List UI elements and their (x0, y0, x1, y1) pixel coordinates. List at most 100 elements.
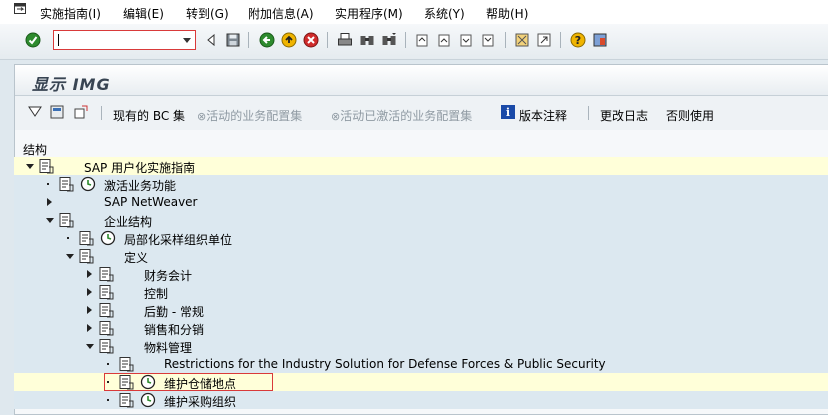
new-session-icon[interactable] (514, 32, 530, 48)
previous-page-icon[interactable] (436, 32, 452, 48)
document-icon[interactable] (58, 176, 74, 192)
position-icon[interactable] (73, 104, 89, 120)
tree-node-label: SAP NetWeaver (104, 195, 198, 209)
enter-icon[interactable] (25, 32, 41, 48)
document-icon (99, 339, 114, 354)
document-icon (79, 249, 94, 264)
execute-clock-icon[interactable] (140, 392, 156, 408)
menu-system[interactable]: 系统(Y) (424, 5, 465, 22)
tree-node[interactable]: 激活业务功能 (14, 175, 828, 193)
first-page-icon[interactable] (414, 32, 430, 48)
tree-node[interactable]: 物料管理 (14, 337, 828, 355)
print-icon[interactable] (337, 32, 353, 48)
tree-node-label: 维护采购组织 (164, 395, 237, 409)
separator (248, 32, 249, 48)
menu-extras[interactable]: 附加信息(A) (248, 5, 314, 22)
triangle-left-icon[interactable] (203, 32, 219, 48)
img-tree: SAP 用户化实施指南 激活业务功能 SAP NetWeaver 企业结构 局部… (14, 156, 828, 415)
separator (560, 32, 561, 48)
bc-sets-button[interactable]: 现有的 BC 集 (113, 107, 185, 124)
document-icon[interactable] (118, 356, 134, 372)
expand-icon[interactable] (87, 324, 92, 332)
collapse-icon[interactable] (66, 254, 74, 259)
menu-help[interactable]: 帮助(H) (486, 5, 528, 22)
tree-node-label: 后勤 - 常规 (144, 305, 204, 319)
menu-implementation-guide[interactable]: 实施指南(I) (40, 5, 101, 22)
document-icon (99, 267, 114, 282)
tree-node[interactable]: Restrictions for the Industry Solution f… (14, 355, 828, 373)
tree-node-label: 激活业务功能 (104, 179, 177, 193)
leaf-bullet (107, 363, 109, 365)
tree-node-label: 销售和分销 (144, 323, 205, 337)
expand-icon[interactable] (87, 306, 92, 314)
tree-node-selected[interactable]: 维护仓储地点 (14, 373, 828, 391)
release-notes-button[interactable]: 版本注释 (519, 107, 567, 124)
text-cursor (58, 34, 59, 46)
tree-node-root[interactable]: SAP 用户化实施指南 (14, 157, 828, 175)
tree-node[interactable]: 销售和分销 (14, 319, 828, 337)
tree-node[interactable]: 企业结构 (14, 211, 828, 229)
leaf-bullet (47, 183, 49, 185)
cancel-icon[interactable] (303, 32, 319, 48)
standard-toolbar: ? (0, 24, 828, 60)
menu-edit[interactable]: 编辑(E) (123, 5, 164, 22)
customize-layout-icon[interactable] (592, 32, 608, 48)
back-icon[interactable] (259, 32, 275, 48)
tree-node[interactable]: 局部化采样组织单位 (14, 229, 828, 247)
tree-node-label: 物料管理 (144, 341, 193, 355)
tree-node-label: SAP 用户化实施指南 (84, 161, 196, 175)
collapse-icon[interactable] (26, 164, 34, 169)
system-menu-icon[interactable] (14, 3, 26, 14)
active-bc-sets-button: ⊗活动的业务配置集 (197, 109, 303, 123)
command-field[interactable] (53, 30, 196, 50)
structure-header: 结构 (23, 143, 828, 157)
separator (588, 106, 589, 120)
last-page-icon[interactable] (480, 32, 496, 48)
page-title: 显示 IMG (32, 75, 111, 94)
shortcut-icon[interactable] (536, 32, 552, 48)
other-usage-button[interactable]: 否则使用 (666, 107, 714, 124)
leaf-bullet (107, 399, 109, 401)
expand-icon[interactable] (47, 198, 52, 206)
document-icon (99, 321, 114, 336)
collapse-icon[interactable] (46, 218, 54, 223)
document-icon[interactable] (118, 392, 134, 408)
find-next-icon[interactable] (381, 32, 397, 48)
collapse-icon[interactable] (86, 344, 94, 349)
exit-icon[interactable] (281, 32, 297, 48)
help-icon[interactable]: ? (570, 32, 586, 48)
next-page-icon[interactable] (458, 32, 474, 48)
tree-node-label: 控制 (144, 287, 169, 301)
tree-node-label: 维护仓储地点 (164, 377, 237, 391)
expand-all-icon[interactable] (27, 104, 43, 120)
chevron-down-icon[interactable] (183, 38, 191, 43)
tree-node[interactable]: 控制 (14, 283, 828, 301)
activated-bc-sets-button: ⊗活动已激活的业务配置集 (331, 109, 473, 123)
document-icon (99, 303, 114, 318)
execute-clock-icon[interactable] (140, 374, 156, 390)
save-icon[interactable] (225, 32, 241, 48)
document-icon (99, 285, 114, 300)
menu-bar: 实施指南(I) 编辑(E) 转到(G) 附加信息(A) 实用程序(M) 系统(Y… (0, 0, 828, 24)
document-icon[interactable] (78, 230, 94, 246)
tree-node-label: 企业结构 (104, 215, 153, 229)
find-icon[interactable] (359, 32, 375, 48)
separator (405, 32, 406, 48)
execute-clock-icon[interactable] (80, 176, 96, 192)
tree-node[interactable]: SAP NetWeaver (14, 193, 828, 211)
execute-clock-icon[interactable] (100, 230, 116, 246)
change-log-button[interactable]: 更改日志 (600, 107, 648, 124)
tree-node[interactable]: 财务会计 (14, 265, 828, 283)
menu-goto[interactable]: 转到(G) (186, 5, 229, 22)
tree-node[interactable]: 定义 (14, 247, 828, 265)
expand-icon[interactable] (87, 288, 92, 296)
document-icon[interactable] (118, 374, 134, 390)
menu-utilities[interactable]: 实用程序(M) (335, 5, 403, 22)
tree-node[interactable]: 后勤 - 常规 (14, 301, 828, 319)
tree-node[interactable]: 维护采购组织 (14, 391, 828, 409)
document-icon (39, 159, 54, 174)
tree-node-label: Restrictions for the Industry Solution f… (164, 357, 606, 371)
structure-icon[interactable] (49, 104, 65, 120)
separator (101, 106, 102, 120)
expand-icon[interactable] (87, 270, 92, 278)
